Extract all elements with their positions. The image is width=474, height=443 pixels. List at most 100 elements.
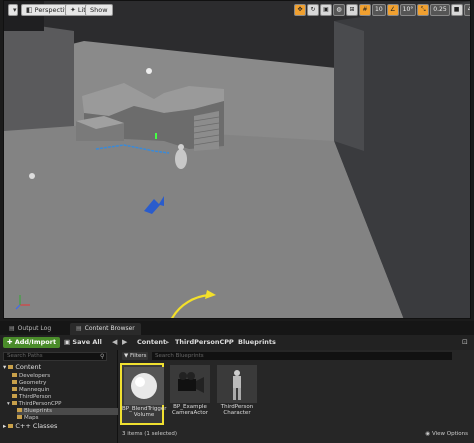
tab-output-log[interactable]: ▤ Output Log <box>3 323 57 335</box>
dropdown-icon: ▾ <box>13 6 17 14</box>
viewport-options-button[interactable]: ▾ <box>8 4 18 16</box>
folder-icon <box>8 365 14 369</box>
folder-icon <box>8 424 14 428</box>
asset-thumbnail <box>217 365 257 403</box>
view-options-button[interactable]: ◉ View Options <box>425 431 468 437</box>
search-assets-input[interactable]: Search Blueprints <box>152 352 452 360</box>
tree-item-label: ThirdPersonCPP <box>18 401 62 407</box>
eye-icon: ◉ <box>425 431 431 437</box>
lock-icon[interactable]: ⊡ <box>462 337 468 348</box>
search-icon: ⚲ <box>100 353 105 360</box>
asset-tile[interactable]: BP_BlendTrigger Volume <box>120 363 167 425</box>
asset-thumbnail <box>124 367 164 405</box>
folder-icon <box>17 415 22 419</box>
asset-label: ThirdPerson Character <box>220 404 254 416</box>
angle-icon: ∠ <box>389 6 396 13</box>
folder-icon: ▤ <box>76 325 82 332</box>
breadcrumb-blueprints[interactable]: Blueprints <box>238 337 276 348</box>
show-button[interactable]: Show <box>85 4 113 16</box>
grid-icon: # <box>362 6 368 13</box>
scale-snap-toggle[interactable]: ⤡ <box>417 4 430 16</box>
breadcrumb-thirdpersoncpp[interactable]: ThirdPersonCPP <box>175 337 234 348</box>
surface-snap-icon: ⊞ <box>349 6 355 13</box>
surface-snap-button[interactable]: ⊞ <box>346 4 358 16</box>
camera-icon <box>170 365 210 403</box>
tree-item-label: Developers <box>19 373 51 379</box>
search-paths-input[interactable]: Search Paths <box>3 352 107 361</box>
tree-item-thirdpersoncpp[interactable]: ▾ ThirdPersonCPP <box>7 401 62 408</box>
grid-snap-value[interactable]: 10 <box>372 4 386 16</box>
back-icon[interactable]: ◀ <box>112 337 117 348</box>
asset-tile[interactable]: BP_Example CameraActor <box>168 363 212 425</box>
view-options-label: View Options <box>431 431 468 437</box>
tree-item-content[interactable]: ▾ Content <box>3 363 41 372</box>
tree-item-label: Content <box>15 363 42 371</box>
tree-item-label: Maps <box>24 415 39 421</box>
tree-item-label: Blueprints <box>24 408 52 414</box>
rotation-snap-value[interactable]: 10° <box>399 4 417 16</box>
perspective-icon: ◧ <box>26 6 33 14</box>
save-all-button[interactable]: ▣ Save All <box>60 337 106 348</box>
camera-icon: ■ <box>453 6 460 13</box>
breadcrumb-separator: ▸ <box>166 338 170 346</box>
camera-speed-button[interactable]: ■ <box>450 4 463 16</box>
breadcrumb-separator: ▸ <box>229 338 233 346</box>
scene-render <box>4 1 470 318</box>
tree-item-developers[interactable]: Developers <box>12 373 50 380</box>
folder-icon <box>12 387 17 391</box>
folder-icon <box>12 380 17 384</box>
add-icon: ✚ <box>7 338 13 346</box>
tree-item-label: C++ Classes <box>15 422 58 430</box>
viewport-right-toolbar: ✥ ↻ ▣ ◍ ⊞ # 10 ∠ 10° ⤡ 0.25 ■ 4 ⛶ <box>294 4 470 16</box>
forward-icon[interactable]: ▶ <box>122 337 127 348</box>
asset-view-pane: ▼ Filters Search Blueprints BP_BlendTrig… <box>119 350 474 443</box>
character-icon <box>217 365 257 403</box>
editor-window: ▾ ◧ Perspective ✦ Lit Show ✥ ↻ ▣ ◍ ⊞ # 10 … <box>0 0 474 443</box>
level-viewport[interactable]: ▾ ◧ Perspective ✦ Lit Show ✥ ↻ ▣ ◍ ⊞ # 10 … <box>3 0 471 319</box>
tree-item-maps[interactable]: Maps <box>17 415 38 422</box>
save-icon: ▣ <box>64 338 71 346</box>
content-browser: ✚ Add/Import ▣ Save All ◀ ▶ Content ▸ Th… <box>0 335 474 443</box>
scale-icon: ▣ <box>323 6 329 13</box>
grid-snap-toggle[interactable]: # <box>359 4 371 16</box>
asset-label: BP_Example CameraActor <box>171 404 209 416</box>
tab-content-browser-label: Content Browser <box>84 325 135 332</box>
globe-icon: ◍ <box>336 6 342 13</box>
scale-mode-button[interactable]: ▣ <box>320 4 332 16</box>
asset-tile[interactable]: ThirdPerson Character <box>215 363 259 425</box>
rotate-icon: ↻ <box>310 6 316 13</box>
coordinate-space-button[interactable]: ◍ <box>333 4 345 16</box>
tree-item-thirdperson[interactable]: ThirdPerson <box>12 394 52 401</box>
tree-item-mannequin[interactable]: Mannequin <box>12 387 49 394</box>
tree-item-geometry[interactable]: Geometry <box>12 380 46 387</box>
asset-label: BP_BlendTrigger Volume <box>122 406 167 418</box>
show-label: Show <box>90 6 108 14</box>
log-icon: ▤ <box>9 325 15 332</box>
filter-icon: ▼ <box>124 353 129 359</box>
add-import-button[interactable]: ✚ Add/Import <box>3 337 61 348</box>
tree-item-label: Geometry <box>19 380 47 386</box>
rotate-mode-button[interactable]: ↻ <box>307 4 319 16</box>
translate-mode-button[interactable]: ✥ <box>294 4 306 16</box>
folder-icon <box>12 394 17 398</box>
move-icon: ✥ <box>297 6 303 13</box>
breadcrumb-content[interactable]: Content <box>137 337 166 348</box>
bottom-tab-bar: ▤ Output Log ▤ Content Browser <box>0 321 474 335</box>
folder-tree-pane: Search Paths ⚲ ▾ Content Developers Geom… <box>0 350 118 443</box>
lit-icon: ✦ <box>70 6 76 14</box>
folder-icon <box>11 401 17 405</box>
content-browser-toolbar: ✚ Add/Import ▣ Save All ◀ ▶ Content ▸ Th… <box>0 335 474 350</box>
filters-button[interactable]: ▼ Filters <box>122 352 149 360</box>
tree-item-label: ThirdPerson <box>19 394 52 400</box>
tab-output-log-label: Output Log <box>17 325 52 332</box>
camera-speed-value[interactable]: 4 <box>463 4 470 16</box>
tree-item-cpp-classes[interactable]: ▸ C++ Classes <box>3 422 57 431</box>
asset-thumbnail <box>170 365 210 403</box>
scale-snap-value[interactable]: 0.25 <box>430 4 450 16</box>
save-all-label: Save All <box>72 338 102 346</box>
add-import-label: Add/Import <box>14 338 57 346</box>
folder-icon <box>17 408 22 412</box>
tree-item-blueprints[interactable]: Blueprints <box>17 408 118 415</box>
rotation-snap-toggle[interactable]: ∠ <box>386 4 399 16</box>
tab-content-browser[interactable]: ▤ Content Browser <box>70 323 141 335</box>
